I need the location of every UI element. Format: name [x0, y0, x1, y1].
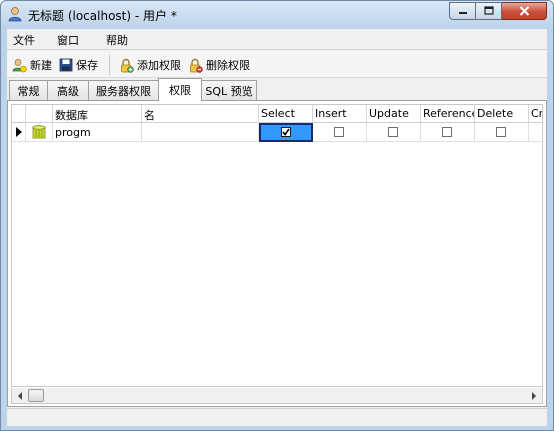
status-bar	[7, 408, 547, 426]
tab-server-privileges[interactable]: 服务器权限	[88, 80, 159, 100]
insert-checkbox[interactable]	[334, 127, 344, 137]
delete-checkbox[interactable]	[496, 127, 506, 137]
select-checkbox[interactable]	[281, 127, 291, 137]
save-label: 保存	[76, 59, 98, 72]
col-header-insert[interactable]: Insert	[313, 105, 367, 123]
tab-general[interactable]: 常规	[9, 80, 48, 100]
title-bar[interactable]: 无标题 (localhost) - 用户 *	[1, 1, 553, 29]
client-area: 文件 窗口 帮助 新建 保存 添加权限 删除权限 常规 高级 服务器权限 权限 …	[7, 29, 547, 426]
col-header-create[interactable]: Cr	[529, 105, 542, 123]
delete-lock-icon	[190, 58, 203, 73]
icon-column-header	[26, 105, 53, 123]
name-cell[interactable]	[142, 123, 259, 142]
tab-advanced[interactable]: 高级	[47, 80, 89, 100]
menu-help[interactable]: 帮助	[106, 32, 128, 48]
maximize-button[interactable]	[476, 2, 502, 20]
minimize-button[interactable]	[449, 2, 476, 20]
checkmark-icon	[282, 128, 290, 136]
col-header-delete[interactable]: Delete	[475, 105, 529, 123]
reference-checkbox[interactable]	[442, 127, 452, 137]
privileges-panel: 数据库 名 Select Insert Update Reference Del…	[7, 100, 547, 407]
table-row[interactable]: progm	[12, 123, 542, 142]
col-header-reference[interactable]: Reference	[421, 105, 475, 123]
delete-privilege-cell[interactable]	[475, 123, 529, 142]
privileges-grid: 数据库 名 Select Insert Update Reference Del…	[11, 104, 543, 387]
app-window: 无标题 (localhost) - 用户 * 文件 窗口 帮助 新建 保存 添加…	[0, 0, 554, 431]
col-header-name[interactable]: 名	[142, 105, 259, 123]
row-indicator-header	[12, 105, 26, 123]
update-privilege-cell[interactable]	[367, 123, 421, 142]
toolbar: 新建 保存 添加权限 删除权限	[7, 51, 547, 78]
add-permission-label: 添加权限	[137, 59, 181, 72]
col-header-database[interactable]: 数据库	[53, 105, 142, 123]
new-button[interactable]: 新建	[12, 56, 52, 74]
window-title: 无标题 (localhost) - 用户 *	[28, 9, 177, 23]
close-button[interactable]	[502, 2, 547, 20]
save-button[interactable]: 保存	[59, 56, 98, 74]
arrow-left-icon	[18, 391, 22, 400]
add-lock-icon	[121, 58, 134, 73]
tab-sql-preview[interactable]: SQL 预览	[201, 80, 257, 100]
delete-permission-button[interactable]: 删除权限	[188, 56, 250, 74]
update-checkbox[interactable]	[388, 127, 398, 137]
minimize-icon	[458, 12, 467, 14]
menu-file[interactable]: 文件	[13, 32, 35, 48]
menu-bar: 文件 窗口 帮助	[7, 29, 547, 50]
maximize-icon	[483, 6, 494, 15]
database-icon	[32, 125, 46, 139]
tab-privileges[interactable]: 权限	[158, 78, 202, 101]
scroll-left-button[interactable]	[13, 389, 27, 402]
horizontal-scrollbar[interactable]	[11, 388, 543, 404]
save-icon	[59, 58, 73, 72]
new-user-icon	[12, 58, 27, 72]
grid-header: 数据库 名 Select Insert Update Reference Del…	[12, 105, 542, 123]
arrow-right-icon	[532, 391, 536, 400]
delete-permission-label: 删除权限	[206, 59, 250, 72]
menu-window[interactable]: 窗口	[57, 32, 79, 48]
toolbar-separator	[109, 55, 110, 75]
insert-privilege-cell[interactable]	[313, 123, 367, 142]
tab-strip: 常规 高级 服务器权限 权限 SQL 预览	[7, 78, 547, 101]
create-privilege-cell[interactable]	[529, 123, 542, 142]
row-indicator[interactable]	[12, 123, 26, 142]
col-header-update[interactable]: Update	[367, 105, 421, 123]
database-cell[interactable]: progm	[53, 123, 142, 142]
add-permission-button[interactable]: 添加权限	[119, 56, 181, 74]
select-privilege-cell[interactable]	[259, 123, 313, 142]
new-label: 新建	[30, 59, 52, 72]
database-icon-cell	[26, 123, 53, 142]
col-header-select[interactable]: Select	[259, 105, 313, 123]
row-pointer-icon	[16, 127, 22, 137]
scrollbar-thumb[interactable]	[28, 389, 44, 402]
user-icon	[7, 6, 23, 22]
reference-privilege-cell[interactable]	[421, 123, 475, 142]
close-icon	[519, 6, 529, 16]
scroll-right-button[interactable]	[527, 389, 541, 402]
